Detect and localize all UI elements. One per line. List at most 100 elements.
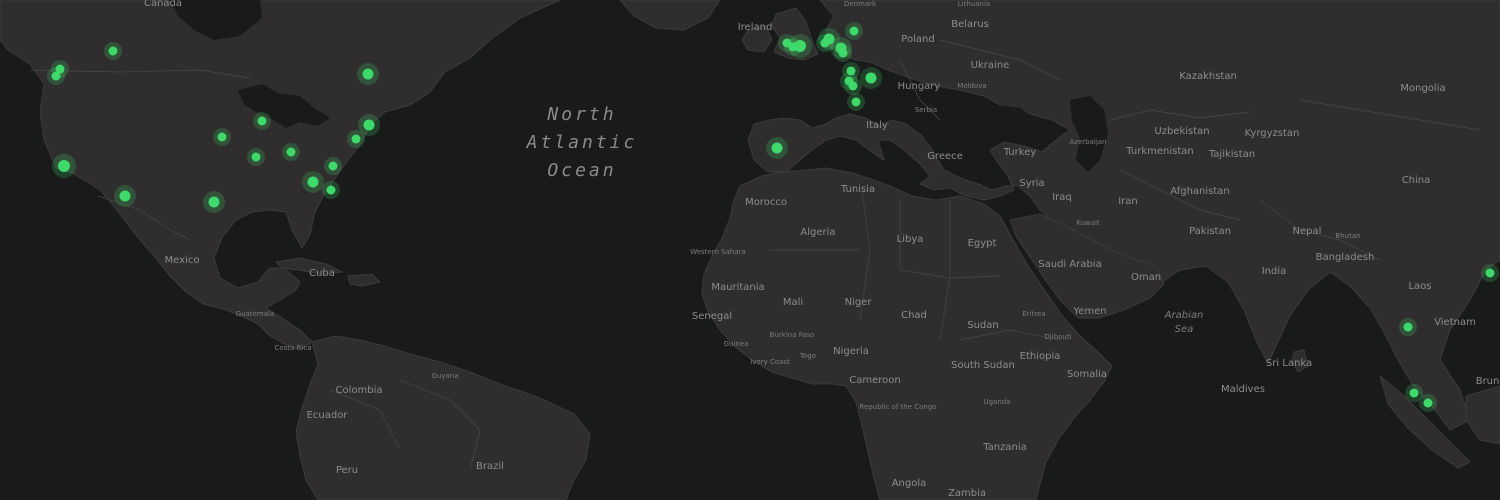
country-label: Poland [901,34,934,45]
location-marker[interactable] [860,67,882,89]
country-label: Djibouti [1044,333,1071,341]
country-label: Algeria [800,227,835,238]
country-label: Morocco [745,197,787,208]
country-label: Tunisia [840,184,875,195]
country-label: Niger [845,297,873,308]
country-label: Peru [336,465,358,476]
location-marker[interactable] [834,44,852,62]
country-label: Tanzania [982,442,1027,453]
svg-text:Arabian: Arabian [1164,310,1204,321]
country-label: Guinea [724,340,749,348]
country-label: Ethiopia [1020,351,1061,362]
location-marker[interactable] [47,67,65,85]
country-label: Hungary [898,81,941,92]
country-label: Ukraine [971,60,1010,71]
country-label: Bangladesh [1316,252,1375,263]
country-label: Kazakhstan [1179,71,1237,82]
country-label: Republic of the Congo [859,403,936,411]
hispaniola-island [347,273,381,287]
country-label: Afghanistan [1170,186,1230,197]
country-label: Brazil [476,461,504,472]
country-label: China [1402,175,1431,186]
country-label: Oman [1131,272,1161,283]
location-marker[interactable] [1481,264,1499,282]
location-marker[interactable] [324,157,342,175]
country-label: Ireland [738,22,773,33]
country-label: Turkmenistan [1125,146,1193,157]
location-marker[interactable] [302,171,324,193]
country-label: Nepal [1293,226,1322,237]
location-marker[interactable] [357,63,379,85]
country-label: Uganda [983,398,1010,406]
country-label: Guyana [431,372,458,380]
borneo-island [1465,385,1500,445]
country-label: Laos [1408,281,1431,292]
country-label: Burkina Faso [770,331,815,339]
country-label: Tajikistan [1208,149,1255,160]
world-map[interactable]: North Atlantic Ocean Arabian Sea Canada … [0,0,1500,500]
country-label: Cameroon [849,375,900,386]
country-label: Greece [927,151,963,162]
country-label: Kuwait [1076,219,1100,227]
location-marker[interactable] [844,77,862,95]
country-label: Turkey [1003,147,1037,158]
svg-text:North: North [546,104,616,125]
country-label: Belarus [951,19,989,30]
country-label: Lithuania [958,0,990,8]
location-marker[interactable] [766,137,788,159]
country-label: Western Sahara [690,248,746,256]
country-label: Maldives [1221,384,1265,395]
location-marker[interactable] [104,42,122,60]
country-label: Vietnam [1434,317,1476,328]
country-label: Angola [892,478,927,489]
north-america-landmass [0,0,561,351]
country-label: Pakistan [1189,226,1231,237]
country-label: Eritrea [1022,310,1045,318]
country-label: Libya [897,234,924,245]
country-label: Egypt [968,238,997,249]
location-marker[interactable] [347,130,365,148]
sea-label-arabian: Arabian Sea [1164,310,1204,335]
location-marker[interactable] [847,93,865,111]
country-label: Sri Lanka [1266,358,1312,369]
country-label: Canada [144,0,182,9]
country-label: Costa Rica [274,344,311,352]
svg-text:Ocean: Ocean [547,160,616,181]
location-marker[interactable] [282,143,300,161]
country-label: Colombia [336,385,383,396]
country-label: Yemen [1072,306,1106,317]
country-label: Somalia [1067,369,1107,380]
svg-text:Atlantic: Atlantic [526,132,638,153]
country-label: Saudi Arabia [1038,259,1101,270]
country-label: Ecuador [307,410,349,421]
country-label: Denmark [844,0,877,8]
location-marker[interactable] [253,112,271,130]
country-label: Kyrgyzstan [1245,128,1300,139]
country-label: South Sudan [951,360,1015,371]
country-label: Syria [1019,178,1044,189]
country-label: Mauritania [711,282,764,293]
location-marker[interactable] [1419,394,1437,412]
location-marker[interactable] [52,154,76,178]
country-label: Nigeria [833,346,869,357]
location-marker[interactable] [322,181,340,199]
country-label: Azerbaijan [1070,138,1107,146]
location-marker[interactable] [213,128,231,146]
country-label: Serbia [915,106,937,114]
country-label: Iran [1118,196,1138,207]
country-label: Moldova [957,82,986,90]
ocean-label-north-atlantic: North Atlantic Ocean [526,104,638,181]
location-marker[interactable] [203,191,225,213]
country-label: Iraq [1052,192,1072,203]
country-label: Italy [866,120,888,131]
country-label: Sudan [967,320,999,331]
location-marker[interactable] [1399,318,1417,336]
location-marker[interactable] [784,38,802,56]
country-label: Cuba [309,268,335,279]
location-marker[interactable] [247,148,265,166]
country-label: Ivory Coast [750,358,790,366]
map-canvas[interactable]: North Atlantic Ocean Arabian Sea Canada … [0,0,1500,500]
location-marker[interactable] [845,22,863,40]
location-marker[interactable] [114,185,136,207]
country-label: Guatemala [236,310,275,318]
